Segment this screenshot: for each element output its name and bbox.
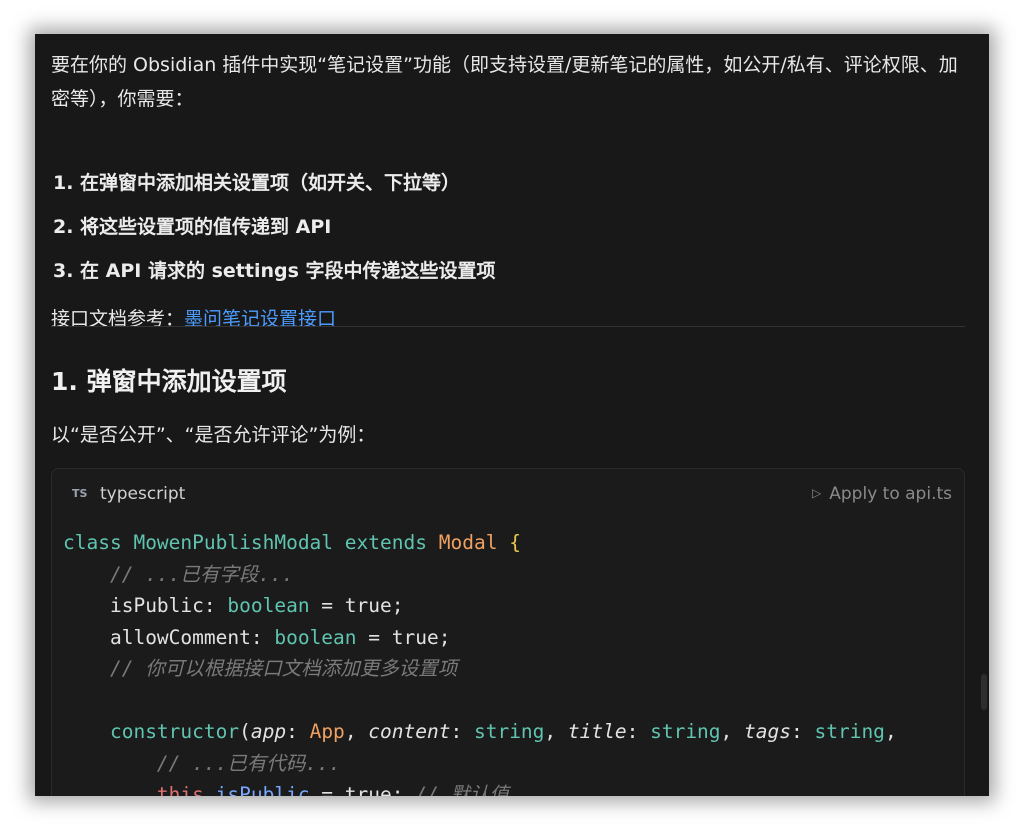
section-subtext: 以“是否公开”、“是否允许评论”为例： [51, 424, 376, 446]
step-3: 3. 在 API 请求的 settings 字段中传递这些设置项 [53, 260, 496, 282]
code-line-1: class MowenPublishModal extends Modal { [63, 531, 521, 554]
code-language-label: typescript [100, 484, 186, 504]
code-line-4: allowComment: boolean = true; [109, 625, 451, 649]
code-content: class MowenPublishModal extends Modal { … [63, 527, 963, 796]
intro-paragraph: 要在你的 Obsidian 插件中实现“笔记设置”功能（即支持设置/更新笔记的属… [51, 54, 958, 110]
code-line-7: constructor(app: App, content: string, t… [109, 720, 897, 743]
code-line-2: // ...已有字段... [109, 562, 294, 586]
step-2: 2. 将这些设置项的值传递到 API [53, 216, 332, 238]
assistant-message: 要在你的 Obsidian 插件中实现“笔记设置”功能（即支持设置/更新笔记的属… [35, 34, 989, 796]
code-line-5: // 你可以根据接口文档添加更多设置项 [109, 657, 458, 680]
section-heading: 1. 弹窗中添加设置项 [51, 367, 287, 396]
play-icon: ▷ [812, 486, 822, 500]
scrollbar-thumb[interactable] [981, 674, 987, 710]
code-line-9: this.isPublic = true; // 默认值 [156, 783, 509, 796]
code-line-3: isPublic: boolean = true; [109, 594, 404, 617]
typescript-icon: TS [72, 487, 88, 500]
apply-button[interactable]: ▷ Apply to api.ts [812, 484, 952, 504]
step-1: 1. 在弹窗中添加相关设置项（如开关、下拉等） [53, 172, 461, 194]
divider [51, 326, 965, 327]
code-header: TS typescript ▷ Apply to api.ts [52, 469, 964, 517]
code-block: TS typescript ▷ Apply to api.ts class Mow… [51, 468, 965, 796]
code-line-8: // ...已有代码... [156, 751, 341, 775]
apply-label: Apply to api.ts [829, 484, 952, 504]
chat-window: 要在你的 Obsidian 插件中实现“笔记设置”功能（即支持设置/更新笔记的属… [35, 34, 989, 796]
